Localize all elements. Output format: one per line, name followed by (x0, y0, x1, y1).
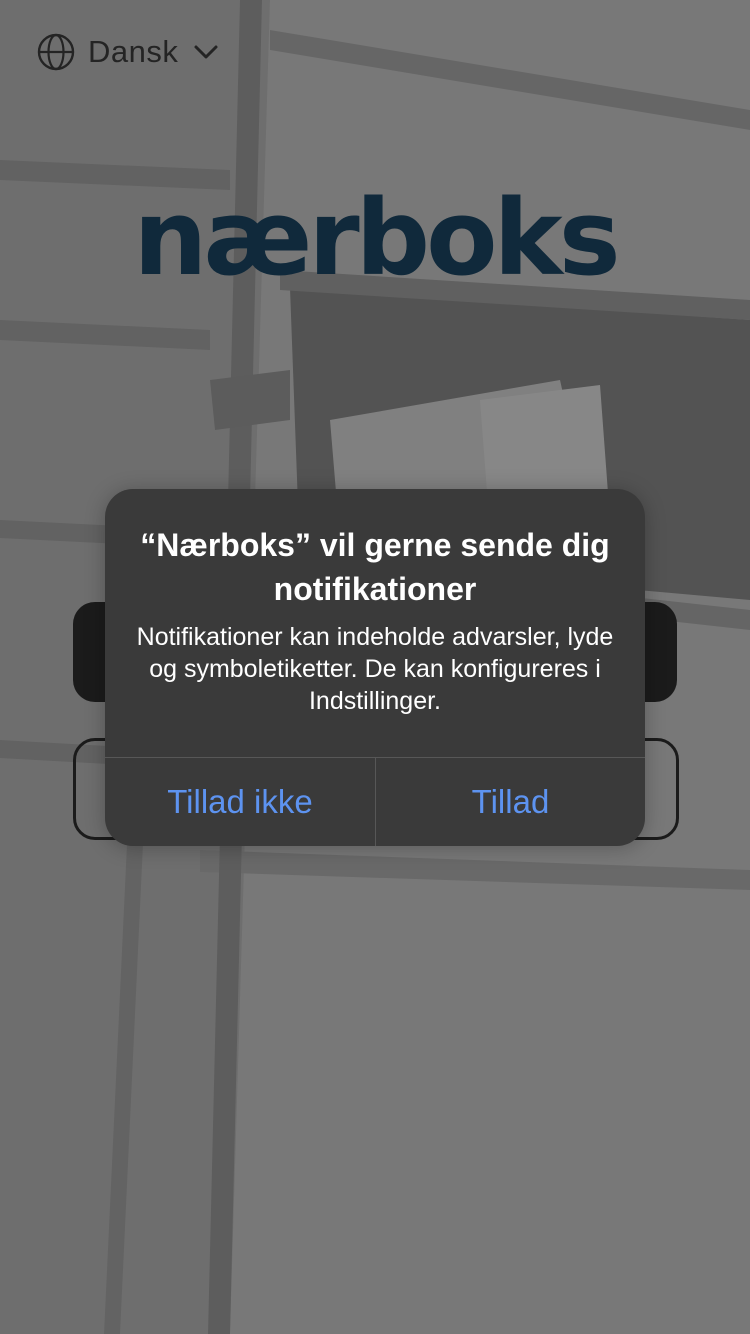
notification-permission-alert: “Nærboks” vil gerne sende dig notifikati… (105, 489, 645, 846)
app-screen: Dansk nærboks “Nærboks” vil gerne sende … (0, 0, 750, 1334)
dont-allow-button[interactable]: Tillad ikke (105, 758, 375, 846)
allow-button[interactable]: Tillad (376, 758, 645, 846)
alert-title: “Nærboks” vil gerne sende dig notifikati… (140, 527, 610, 607)
alert-message: Notifikationer kan indeholde advarsler, … (136, 623, 614, 715)
